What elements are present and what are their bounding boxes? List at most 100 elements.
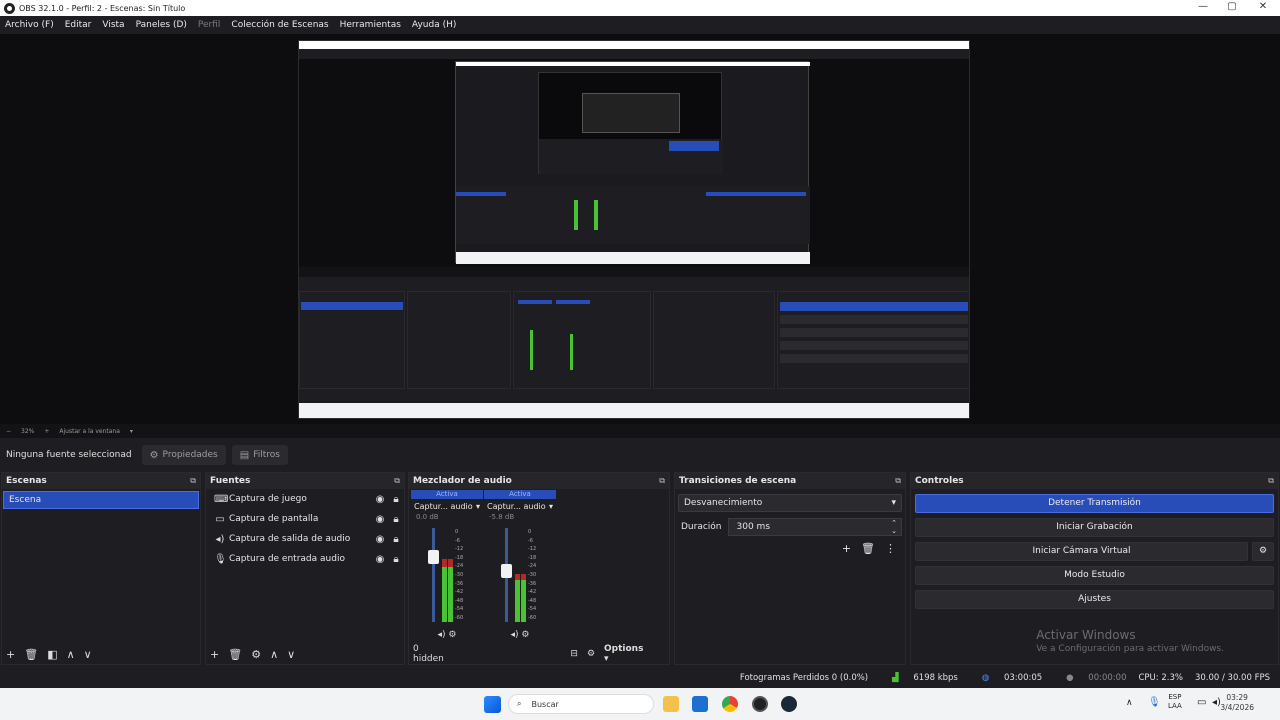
windows-start-icon[interactable] [484, 696, 501, 713]
stream-timer: ◍ 03:00:05 [970, 673, 1042, 683]
speaker-icon[interactable]: ◂) [511, 630, 519, 640]
chevron-down-icon[interactable]: ▾ [130, 428, 133, 435]
trash-icon[interactable]: 🗑 [24, 648, 38, 661]
eye-icon[interactable]: ◉ [372, 534, 388, 545]
lock-icon[interactable]: 🔒︎ [388, 534, 404, 545]
maximize-button[interactable]: ▢ [1215, 0, 1249, 16]
menu-edit[interactable]: Editar [65, 20, 92, 30]
trash-icon[interactable]: 🗑 [861, 542, 875, 555]
source-item[interactable]: ⌨ Captura de juego ◉ 🔒︎ [206, 489, 404, 509]
stop-streaming-button[interactable]: Detener Transmisión [915, 494, 1274, 513]
taskbar-search[interactable]: ⌕ Buscar [508, 694, 654, 714]
gear-icon[interactable]: ⚙ [251, 648, 261, 661]
add-icon[interactable]: + [6, 648, 15, 661]
close-button[interactable]: ✕ [1246, 0, 1280, 16]
mixer-options-button[interactable]: Options ▾ [604, 644, 660, 664]
obs-taskbar-icon[interactable] [752, 696, 768, 712]
start-recording-button[interactable]: Iniciar Grabación [915, 518, 1274, 537]
steam-icon[interactable] [781, 696, 797, 712]
menu-view[interactable]: Vista [102, 20, 124, 30]
trash-icon[interactable]: 🗑 [228, 648, 242, 661]
meter-tick: -30 [528, 571, 537, 578]
spin-arrows-icon[interactable]: ⌃ ⌄ [891, 519, 897, 535]
microphone-icon: 🎙︎ [214, 553, 227, 565]
chrome-icon[interactable] [722, 696, 738, 712]
menu-tools[interactable]: Herramientas [340, 20, 401, 30]
move-up-icon[interactable]: ∧ [270, 648, 278, 661]
channel-name-select[interactable]: Captur... audio ▾ [411, 499, 483, 513]
menu-file[interactable]: Archivo (F) [5, 20, 54, 30]
volume-meter: 0 -6 -12 -18 -24 -30 -36 -42 -48 -54 -60 [498, 528, 538, 628]
filter-icon: ▤ [239, 449, 250, 461]
meter-tick: -30 [455, 571, 464, 578]
menu-profile[interactable]: Perfil [198, 20, 221, 30]
menu-scene-collection[interactable]: Colección de Escenas [231, 20, 328, 30]
start-virtual-camera-button[interactable]: Iniciar Cámara Virtual [915, 542, 1248, 561]
properties-label: Propiedades [162, 450, 218, 460]
filters-button[interactable]: ▤ Filtros [231, 445, 288, 465]
scene-item[interactable]: Escena [3, 491, 199, 509]
duration-input[interactable]: 300 ms ⌃ ⌄ [727, 518, 902, 536]
channel-settings-icon[interactable]: ⚙ [521, 630, 529, 640]
undock-icon[interactable]: ⧉ [190, 476, 196, 486]
lock-icon[interactable]: 🔒︎ [388, 554, 404, 565]
zoom-in-button[interactable]: + [44, 428, 49, 435]
source-toolbar: Ninguna fuente seleccionad ⚙ Propiedades… [0, 442, 1280, 468]
undock-icon[interactable]: ⧉ [394, 476, 400, 486]
undock-icon[interactable]: ⧉ [895, 476, 901, 486]
speaker-icon[interactable]: ◂) [438, 630, 446, 640]
eye-icon[interactable]: ◉ [372, 514, 388, 525]
eye-icon[interactable]: ◉ [372, 494, 388, 505]
lock-icon[interactable]: 🔒︎ [388, 494, 404, 505]
virtual-camera-settings-button[interactable]: ⚙ [1252, 542, 1274, 561]
eye-icon[interactable]: ◉ [372, 554, 388, 565]
add-icon[interactable]: + [842, 542, 851, 555]
network-icon[interactable]: ▭ [1197, 697, 1206, 708]
language-indicator[interactable]: ESP LAA [1168, 693, 1182, 711]
move-down-icon[interactable]: ∨ [84, 648, 92, 661]
channel-settings-icon[interactable]: ⚙ [448, 630, 456, 640]
chevron-down-icon: ▾ [548, 501, 553, 511]
move-down-icon[interactable]: ∨ [287, 648, 295, 661]
meter-tick: -42 [455, 589, 464, 596]
preview-canvas[interactable] [298, 40, 970, 419]
tray-chevron-icon[interactable]: ∧ [1126, 698, 1133, 708]
volume-slider-handle[interactable] [428, 550, 439, 564]
undock-icon[interactable]: ⧉ [1268, 476, 1274, 486]
properties-button[interactable]: ⚙ Propiedades [141, 445, 226, 465]
more-options-icon[interactable]: ⋮ [885, 542, 896, 555]
file-explorer-icon[interactable] [663, 696, 679, 712]
meter-bar-left [442, 559, 447, 622]
zoom-out-button[interactable]: − [6, 428, 11, 435]
clock[interactable]: 03:29 3/4/2026 [1220, 693, 1254, 713]
microphone-icon[interactable]: 🎙︎ [1148, 697, 1161, 708]
menu-help[interactable]: Ayuda (H) [412, 20, 456, 30]
scene-filters-icon[interactable]: ◧ [47, 648, 57, 661]
channel-name-select[interactable]: Captur... audio ▾ [484, 499, 556, 513]
lock-icon[interactable]: 🔒︎ [388, 514, 404, 525]
activate-subtitle: Ve a Configuración para activar Windows. [1036, 644, 1224, 654]
gamepad-icon: ⌨ [214, 493, 229, 505]
transitions-header: Transiciones de escena ⧉ [675, 473, 905, 489]
volume-slider-handle[interactable] [501, 564, 512, 578]
zoom-fit-select[interactable]: Ajustar a la ventana [59, 428, 120, 435]
settings-button[interactable]: Ajustes [915, 590, 1274, 609]
transition-select[interactable]: Desvanecimiento ▾ [678, 494, 902, 512]
speaker-icon: ◂) [215, 533, 225, 545]
studio-mode-button[interactable]: Modo Estudio [915, 566, 1274, 585]
volume-slider-track[interactable] [432, 528, 435, 622]
mixer-settings-icon[interactable]: ⚙ [587, 649, 595, 659]
move-up-icon[interactable]: ∧ [67, 648, 75, 661]
source-item[interactable]: ◂) Captura de salida de audio ◉ 🔒︎ [206, 529, 404, 549]
add-icon[interactable]: + [210, 648, 219, 661]
meter-tick: -54 [455, 606, 464, 613]
layout-toggle-icon[interactable]: ⊟ [570, 649, 578, 659]
source-item[interactable]: ▭ Captura de pantalla ◉ 🔒︎ [206, 509, 404, 529]
transitions-title: Transiciones de escena [679, 476, 797, 486]
store-icon[interactable] [692, 696, 708, 712]
undock-icon[interactable]: ⧉ [659, 476, 665, 486]
search-icon: ⌕ [517, 699, 522, 708]
menu-docks[interactable]: Paneles (D) [136, 20, 187, 30]
scenes-dock: Escenas ⧉ Escena + 🗑 ◧ ∧ ∨ [1, 472, 201, 665]
source-item[interactable]: 🎙︎ Captura de entrada audio ◉ 🔒︎ [206, 549, 404, 569]
